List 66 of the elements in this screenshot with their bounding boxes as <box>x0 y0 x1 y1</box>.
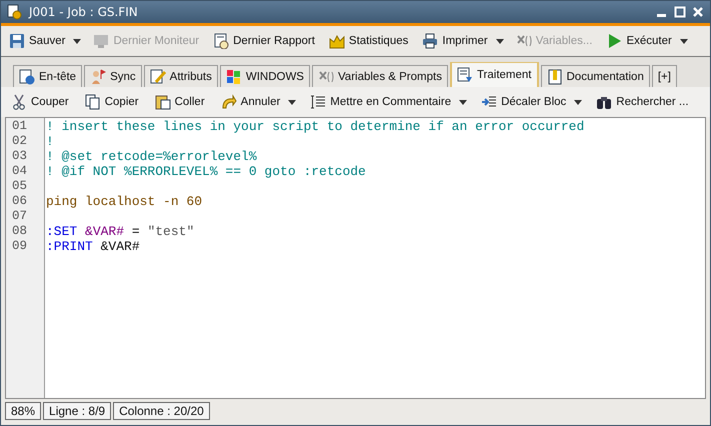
windows-flag-icon <box>226 68 242 84</box>
copy-icon <box>84 94 101 110</box>
toolbar-button[interactable]: Rechercher ... <box>594 92 691 112</box>
scissors-icon <box>11 94 27 110</box>
document-arrow-icon <box>456 67 473 83</box>
book-icon <box>546 68 562 84</box>
close-icon[interactable] <box>692 6 704 18</box>
tab[interactable]: En-tête <box>13 65 82 87</box>
toolbar-button[interactable]: Copier <box>82 92 141 112</box>
caret-icon[interactable] <box>680 38 688 44</box>
line-number: 04 <box>11 164 28 179</box>
printer-icon <box>422 33 438 49</box>
toolbar-button[interactable]: Annuler <box>218 92 282 112</box>
toolbar-button[interactable]: Coller <box>152 92 207 112</box>
line-number: 02 <box>11 134 28 149</box>
tab[interactable]: Sync <box>84 65 142 87</box>
maximize-icon[interactable] <box>674 6 686 18</box>
code-line: ! insert these lines in your script to determine if an error occurred <box>45 119 586 134</box>
code-line: ping localhost -n 60 <box>45 194 204 209</box>
comment-lines-icon <box>310 94 326 110</box>
tab[interactable]: Attributs <box>144 65 218 87</box>
line-number: 05 <box>11 179 28 194</box>
line-number: 06 <box>11 194 28 209</box>
binoculars-icon <box>596 94 612 110</box>
toolbar-button[interactable]: Sauver <box>7 31 68 51</box>
tab[interactable]: Variables & Prompts <box>312 65 448 87</box>
line-number: 09 <box>11 239 28 254</box>
toolbar-button[interactable]: Dernier Rapport <box>211 31 317 51</box>
code-line: ! @if NOT %ERRORLEVEL% == 0 goto :retcode <box>45 164 367 179</box>
info-document-icon <box>19 68 35 84</box>
caret-icon[interactable] <box>459 100 468 104</box>
tab[interactable]: Traitement <box>450 62 538 87</box>
caret-icon[interactable] <box>574 100 582 104</box>
code-line: ! @set retcode=%errorlevel% <box>45 149 258 164</box>
monitor-icon <box>93 33 110 49</box>
toolbar-button[interactable]: Couper <box>9 92 71 112</box>
caret-icon[interactable] <box>73 38 82 44</box>
line-number: 08 <box>11 224 28 239</box>
undo-arrow-icon <box>220 94 237 110</box>
variables-icon <box>318 68 334 84</box>
line-number: 03 <box>11 149 28 164</box>
line-number: 01 <box>11 119 28 134</box>
code-line: ! <box>45 134 55 149</box>
caret-icon[interactable] <box>496 38 504 44</box>
tab[interactable]: Documentation <box>540 65 650 87</box>
line-number: 07 <box>11 209 28 224</box>
status-field: Ligne : 8/9 <box>43 402 112 420</box>
status-field: Colonne : 20/20 <box>113 402 210 420</box>
caret-icon[interactable] <box>288 100 296 104</box>
code-line: :SET &VAR# = "test" <box>45 224 196 239</box>
clipboard-icon <box>154 94 171 110</box>
tab[interactable]: WINDOWS <box>220 65 310 87</box>
toolbar-button[interactable]: Décaler Bloc <box>479 92 568 112</box>
person-flag-icon <box>90 68 106 84</box>
pencil-document-icon <box>150 68 166 84</box>
toolbar-button[interactable]: Imprimer <box>420 31 490 51</box>
tab[interactable]: [+] <box>652 65 677 87</box>
toolbar-button[interactable]: Exécuter <box>604 31 674 51</box>
report-clock-icon <box>213 33 230 49</box>
play-icon <box>606 33 622 49</box>
status-field: 88% <box>5 402 42 420</box>
code-line: :PRINT &VAR# <box>45 239 141 254</box>
variables-icon <box>516 33 532 49</box>
window-title: J001 - Job : GS.FIN <box>29 5 139 19</box>
toolbar-button[interactable]: Mettre en Commentaire <box>308 92 454 112</box>
toolbar-button[interactable]: Statistiques <box>326 31 410 51</box>
